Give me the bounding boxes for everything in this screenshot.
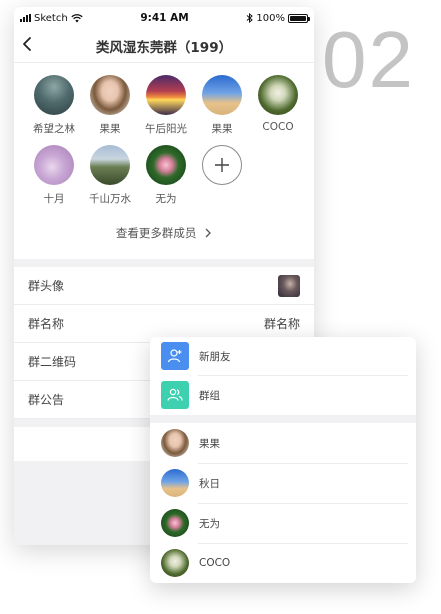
- new-friend-icon: [161, 342, 189, 370]
- back-arrow-icon[interactable]: [22, 36, 32, 52]
- carrier-label: Sketch: [34, 12, 68, 24]
- contact-name: 果果: [199, 437, 220, 450]
- battery-icon: [288, 13, 310, 23]
- chevron-right-icon: [205, 228, 211, 238]
- status-bar: Sketch 9:41 AM 100%: [14, 7, 314, 29]
- plus-icon: [215, 158, 229, 172]
- member-name: 希望之林: [33, 123, 75, 135]
- screen: 02 Sketch 9:41 AM 100% 类风湿东莞群（199） 希望之林 …: [0, 0, 441, 614]
- group-name-label: 群名称: [28, 317, 65, 331]
- member-avatar: [90, 145, 130, 185]
- member-avatar: [90, 75, 130, 115]
- member-grid: 希望之林 果果 午后阳光 果果 COCO 十月 千山万水 无为 查看更多群成员: [14, 63, 314, 259]
- group-notice-label: 群公告: [28, 393, 65, 407]
- new-friends-label: 新朋友: [199, 350, 231, 363]
- member-item[interactable]: 无为: [138, 145, 194, 206]
- member-avatar: [146, 75, 186, 115]
- member-item[interactable]: 十月: [26, 145, 82, 206]
- contact-name: COCO: [199, 557, 231, 569]
- member-item[interactable]: 果果: [82, 75, 138, 136]
- add-member-button[interactable]: [202, 145, 242, 185]
- member-item[interactable]: 希望之林: [26, 75, 82, 136]
- contact-avatar: [161, 549, 189, 577]
- contact-name: 无为: [199, 517, 220, 530]
- group-avatar-thumb: [278, 274, 300, 297]
- group-icon: [161, 381, 189, 409]
- contact-item[interactable]: 果果: [150, 423, 416, 463]
- group-avatar-label: 群头像: [28, 279, 65, 293]
- member-avatar: [146, 145, 186, 185]
- signal-icon: [20, 14, 31, 22]
- status-right: 100%: [246, 12, 310, 24]
- contact-item[interactable]: 无为: [150, 503, 416, 543]
- contact-name: 秋日: [199, 477, 220, 490]
- member-avatar: [258, 75, 298, 115]
- contact-avatar: [161, 469, 189, 497]
- member-name: 午后阳光: [145, 123, 187, 135]
- contact-item[interactable]: 秋日: [150, 463, 416, 503]
- status-time: 9:41 AM: [140, 12, 189, 24]
- group-name-value: 群名称: [263, 317, 300, 331]
- contact-avatar: [161, 429, 189, 457]
- status-left: Sketch: [20, 13, 83, 24]
- member-name: 千山万水: [89, 193, 131, 205]
- contact-avatar: [161, 509, 189, 537]
- more-members-label: 查看更多群成员: [115, 226, 197, 240]
- group-qr-label: 群二维码: [28, 355, 77, 369]
- member-item[interactable]: 千山万水: [82, 145, 138, 206]
- new-friends-item[interactable]: 新朋友: [150, 337, 416, 375]
- member-item[interactable]: 午后阳光: [138, 75, 194, 136]
- page-title: 类风湿东莞群（199）: [95, 39, 233, 56]
- member-item[interactable]: COCO: [250, 75, 306, 133]
- group-avatar-row[interactable]: 群头像: [14, 267, 314, 305]
- groups-item[interactable]: 群组: [150, 375, 416, 415]
- contact-item[interactable]: COCO: [150, 543, 416, 583]
- member-avatar: [34, 75, 74, 115]
- member-avatar: [34, 145, 74, 185]
- member-name: COCO: [262, 121, 294, 133]
- add-member-item[interactable]: [194, 145, 250, 185]
- member-name: 无为: [155, 193, 177, 205]
- member-avatar: [202, 75, 242, 115]
- nav-bar: 类风湿东莞群（199）: [14, 29, 314, 63]
- more-members-link[interactable]: 查看更多群成员: [14, 225, 314, 241]
- member-name: 果果: [99, 123, 121, 135]
- contacts-popup: 新朋友 群组 果果 秋日 无为 COCO: [150, 337, 416, 583]
- member-name: 果果: [211, 123, 233, 135]
- groups-label: 群组: [199, 389, 220, 402]
- wifi-icon: [71, 13, 83, 22]
- bluetooth-icon: [247, 13, 254, 23]
- member-name: 十月: [43, 193, 65, 205]
- battery-percent: 100%: [256, 12, 285, 24]
- member-item[interactable]: 果果: [194, 75, 250, 136]
- step-number: 02: [322, 15, 415, 104]
